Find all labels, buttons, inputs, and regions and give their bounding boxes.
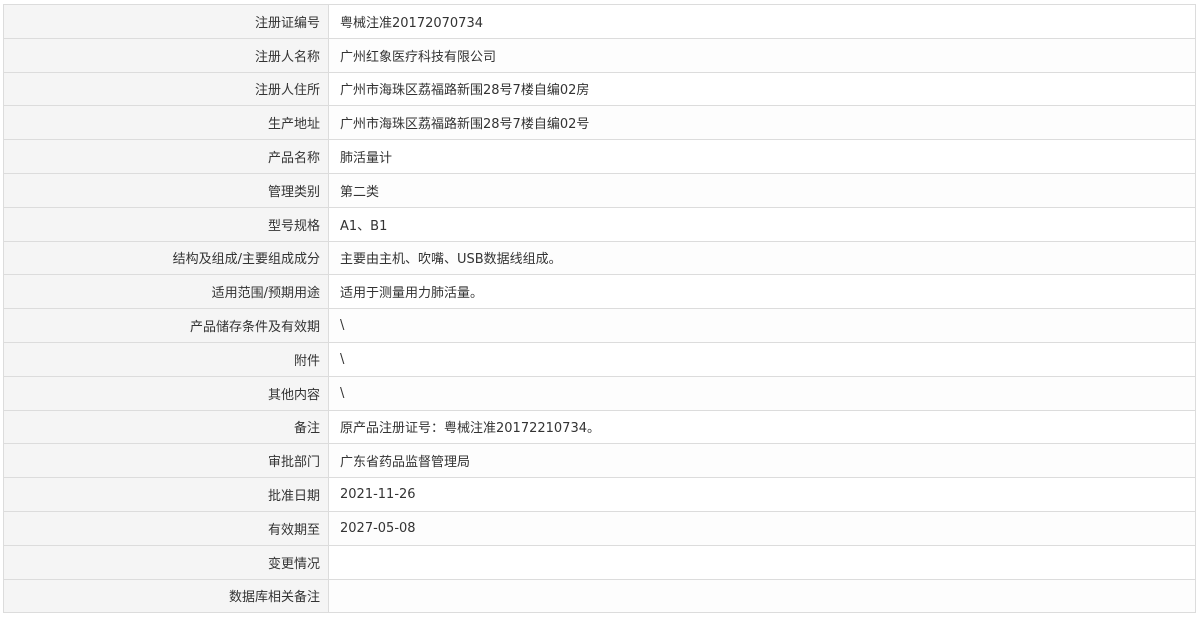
row-model-spec: 型号规格 A1、B1 [3,206,1196,242]
label-model-spec: 型号规格 [3,206,329,242]
label-change-history: 变更情况 [3,544,329,580]
value-product-name: 肺活量计 [328,139,1196,174]
label-production-address: 生产地址 [3,105,329,141]
value-remarks: 原产品注册证号：粤械注准20172210734。 [328,409,1196,445]
value-attachments: \ [328,341,1196,377]
label-structure-composition: 结构及组成/主要组成成分 [3,240,329,276]
registration-detail-table: 注册证编号 粤械注准20172070734 注册人名称 广州红象医疗科技有限公司… [3,4,1196,614]
value-registrant-address: 广州市海珠区荔福路新围28号7楼自编02房 [328,71,1196,107]
value-other-content: \ [328,375,1196,411]
label-approval-authority: 审批部门 [3,443,329,479]
value-storage-validity: \ [328,308,1196,343]
value-approval-date: 2021-11-26 [328,477,1196,512]
row-remarks: 备注 原产品注册证号：粤械注准20172210734。 [3,409,1196,445]
label-registrant-name: 注册人名称 [3,37,329,73]
label-intended-use: 适用范围/预期用途 [3,274,329,310]
value-approval-authority: 广东省药品监督管理局 [328,443,1196,479]
value-registration-number: 粤械注准20172070734 [328,4,1196,39]
row-approval-authority: 审批部门 广东省药品监督管理局 [3,443,1196,479]
row-storage-validity: 产品储存条件及有效期 \ [3,308,1196,343]
label-other-content: 其他内容 [3,375,329,411]
label-storage-validity: 产品储存条件及有效期 [3,308,329,343]
label-product-name: 产品名称 [3,139,329,174]
row-management-class: 管理类别 第二类 [3,172,1196,208]
value-model-spec: A1、B1 [328,206,1196,242]
row-structure-composition: 结构及组成/主要组成成分 主要由主机、吹嘴、USB数据线组成。 [3,240,1196,276]
value-database-remarks [328,578,1196,614]
value-production-address: 广州市海珠区荔福路新围28号7楼自编02号 [328,105,1196,141]
row-other-content: 其他内容 \ [3,375,1196,411]
value-registrant-name: 广州红象医疗科技有限公司 [328,37,1196,73]
row-change-history: 变更情况 [3,544,1196,580]
row-attachments: 附件 \ [3,341,1196,377]
label-registration-number: 注册证编号 [3,4,329,39]
value-management-class: 第二类 [328,172,1196,208]
detail-table-body: 注册证编号 粤械注准20172070734 注册人名称 广州红象医疗科技有限公司… [3,4,1196,614]
label-database-remarks: 数据库相关备注 [3,578,329,614]
row-product-name: 产品名称 肺活量计 [3,139,1196,174]
value-intended-use: 适用于测量用力肺活量。 [328,274,1196,310]
label-management-class: 管理类别 [3,172,329,208]
label-attachments: 附件 [3,341,329,377]
row-production-address: 生产地址 广州市海珠区荔福路新围28号7楼自编02号 [3,105,1196,141]
row-intended-use: 适用范围/预期用途 适用于测量用力肺活量。 [3,274,1196,310]
row-registrant-address: 注册人住所 广州市海珠区荔福路新围28号7楼自编02房 [3,71,1196,107]
label-remarks: 备注 [3,409,329,445]
row-registration-number: 注册证编号 粤械注准20172070734 [3,4,1196,39]
row-valid-until: 有效期至 2027-05-08 [3,510,1196,546]
label-registrant-address: 注册人住所 [3,71,329,107]
value-structure-composition: 主要由主机、吹嘴、USB数据线组成。 [328,240,1196,276]
label-valid-until: 有效期至 [3,510,329,546]
row-database-remarks: 数据库相关备注 [3,578,1196,614]
row-registrant-name: 注册人名称 广州红象医疗科技有限公司 [3,37,1196,73]
value-valid-until: 2027-05-08 [328,510,1196,546]
row-approval-date: 批准日期 2021-11-26 [3,477,1196,512]
label-approval-date: 批准日期 [3,477,329,512]
value-change-history [328,544,1196,580]
